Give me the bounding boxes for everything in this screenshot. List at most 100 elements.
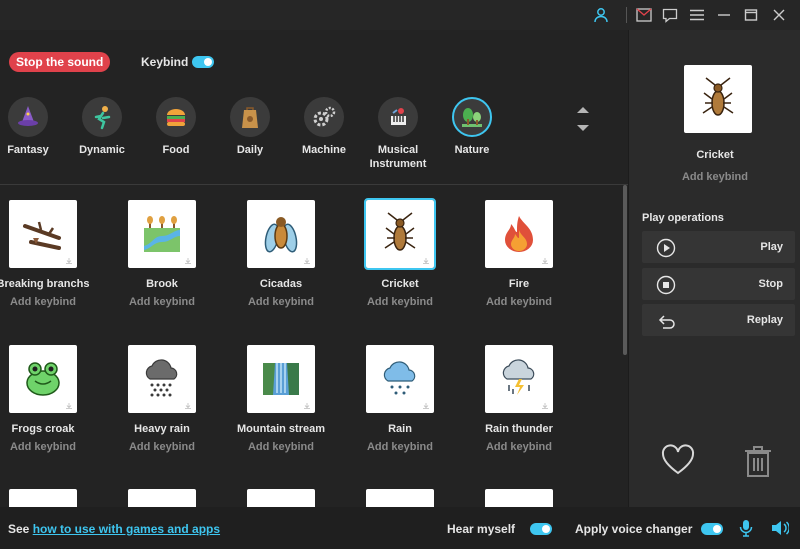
sound-card-partial[interactable] [0, 489, 103, 507]
add-keybind-link[interactable]: Add keybind [0, 441, 103, 453]
sound-list-scrollbar[interactable] [623, 185, 627, 355]
category-label: Nature [454, 144, 490, 156]
add-keybind-link[interactable]: Add keybind [102, 296, 222, 308]
mail-icon[interactable] [634, 5, 654, 25]
runner-icon [82, 97, 122, 137]
selected-sound-name: Cricket [696, 149, 734, 161]
replay-label: Replay [746, 314, 783, 326]
cricket-icon [684, 65, 752, 133]
chat-icon[interactable] [660, 5, 680, 25]
category-label: Fantasy [7, 144, 49, 156]
add-keybind-link[interactable]: Add keybind [459, 296, 579, 308]
maximize-icon[interactable] [741, 5, 761, 25]
add-keybind-link[interactable]: Add keybind [340, 441, 460, 453]
trash-icon[interactable] [743, 444, 773, 478]
rain-icon [366, 345, 434, 413]
stop-sound-button[interactable]: Stop the sound [9, 52, 111, 72]
sound-card-cicadas[interactable]: Cicadas Add keybind [221, 200, 341, 308]
sound-card-partial[interactable] [221, 489, 341, 507]
category-musical-instrument[interactable]: Musical Instrument [361, 97, 435, 171]
bottom-bar: See how to use with games and apps Hear … [0, 507, 800, 549]
bag-icon [230, 97, 270, 137]
add-keybind-link[interactable]: Add keybind [340, 296, 460, 308]
add-keybind-link[interactable]: Add keybind [0, 296, 103, 308]
burger-icon [156, 97, 196, 137]
sound-name: Fire [508, 278, 530, 290]
category-dynamic[interactable]: Dynamic [65, 97, 139, 157]
add-keybind-link[interactable]: Add keybind [459, 441, 579, 453]
user-icon[interactable] [591, 5, 611, 25]
sound-card-breaking-branchs[interactable]: Breaking branchs Add keybind [0, 200, 103, 308]
sound-card-partial[interactable] [102, 489, 222, 507]
category-label: Machine [301, 144, 346, 156]
thunder-icon [485, 345, 553, 413]
sound-detail-pane: Cricket Add keybind Play operations Play… [628, 30, 800, 507]
waterfall-icon [247, 345, 315, 413]
sound-card-heavy-rain[interactable]: Heavy rain Add keybind [102, 345, 222, 453]
speaker-icon[interactable] [771, 519, 789, 537]
how-to-use-link[interactable]: how to use with games and apps [33, 522, 220, 536]
category-divider [0, 184, 628, 185]
sound-card-rain-thunder[interactable]: Rain thunder Add keybind [459, 345, 579, 453]
heavy-rain-icon [128, 345, 196, 413]
help-text: See how to use with games and apps [8, 522, 220, 536]
sound-name: Cricket [381, 278, 419, 290]
selected-add-keybind-link[interactable]: Add keybind [629, 171, 800, 183]
category-nature[interactable]: Nature [435, 97, 509, 157]
sound-card-partial[interactable] [340, 489, 460, 507]
replay-button[interactable]: Replay [642, 304, 795, 336]
minimize-icon[interactable] [714, 5, 734, 25]
close-icon[interactable] [769, 5, 789, 25]
title-bar-separator [626, 7, 627, 23]
keybind-label: Keybind [141, 55, 189, 69]
sound-card-mountain-stream[interactable]: Mountain stream Add keybind [221, 345, 341, 453]
sound-card-rain[interactable]: Rain Add keybind [340, 345, 460, 453]
keybind-toggle[interactable] [192, 56, 214, 68]
category-food[interactable]: Food [139, 97, 213, 157]
gears-icon [304, 97, 344, 137]
stop-button[interactable]: Stop [642, 268, 795, 300]
microphone-icon[interactable] [739, 519, 753, 537]
placeholder-icon [366, 489, 434, 507]
brook-icon [128, 200, 196, 268]
sound-name: Brook [146, 278, 178, 290]
stop-label: Stop [758, 278, 783, 290]
add-keybind-link[interactable]: Add keybind [102, 441, 222, 453]
category-scroll-arrows[interactable] [576, 106, 590, 132]
add-keybind-link[interactable]: Add keybind [221, 441, 341, 453]
play-operations-title: Play operations [642, 212, 724, 224]
sound-name: Frogs croak [11, 423, 75, 435]
replay-icon [658, 315, 675, 329]
apply-voice-changer-label: Apply voice changer [575, 522, 693, 536]
sound-card-brook[interactable]: Brook Add keybind [102, 200, 222, 308]
sound-card-frogs-croak[interactable]: Frogs croak Add keybind [0, 345, 103, 453]
sound-name: Heavy rain [134, 423, 190, 435]
play-button[interactable]: Play [642, 231, 795, 263]
trees-icon [452, 97, 492, 137]
menu-icon[interactable] [687, 5, 707, 25]
sound-library-pane: Stop the sound Keybind Fantasy Dynamic F… [0, 30, 628, 507]
heart-icon[interactable] [661, 444, 695, 476]
category-daily[interactable]: Daily [213, 97, 287, 157]
category-machine[interactable]: Machine [287, 97, 361, 157]
cicada-icon [247, 200, 315, 268]
piano-icon [378, 97, 418, 137]
placeholder-icon [485, 489, 553, 507]
sound-name: Mountain stream [236, 423, 325, 435]
voice-changer-app: Stop the sound Keybind Fantasy Dynamic F… [0, 0, 800, 549]
sound-card-fire[interactable]: Fire Add keybind [459, 200, 579, 308]
sound-name: Breaking branchs [0, 278, 90, 290]
add-keybind-link[interactable]: Add keybind [221, 296, 341, 308]
sound-card-cricket[interactable]: Cricket Add keybind [340, 198, 460, 308]
hear-myself-label: Hear myself [447, 522, 516, 536]
placeholder-icon [9, 489, 77, 507]
category-fantasy[interactable]: Fantasy [0, 97, 65, 157]
apply-voice-changer-toggle[interactable] [701, 523, 723, 535]
sound-name: Rain [388, 423, 412, 435]
category-label: Dynamic [79, 144, 125, 156]
hear-myself-toggle[interactable] [530, 523, 552, 535]
category-label: Daily [236, 144, 264, 156]
sound-name: Cicadas [259, 278, 303, 290]
title-bar [0, 0, 800, 30]
sound-card-partial[interactable] [459, 489, 579, 507]
